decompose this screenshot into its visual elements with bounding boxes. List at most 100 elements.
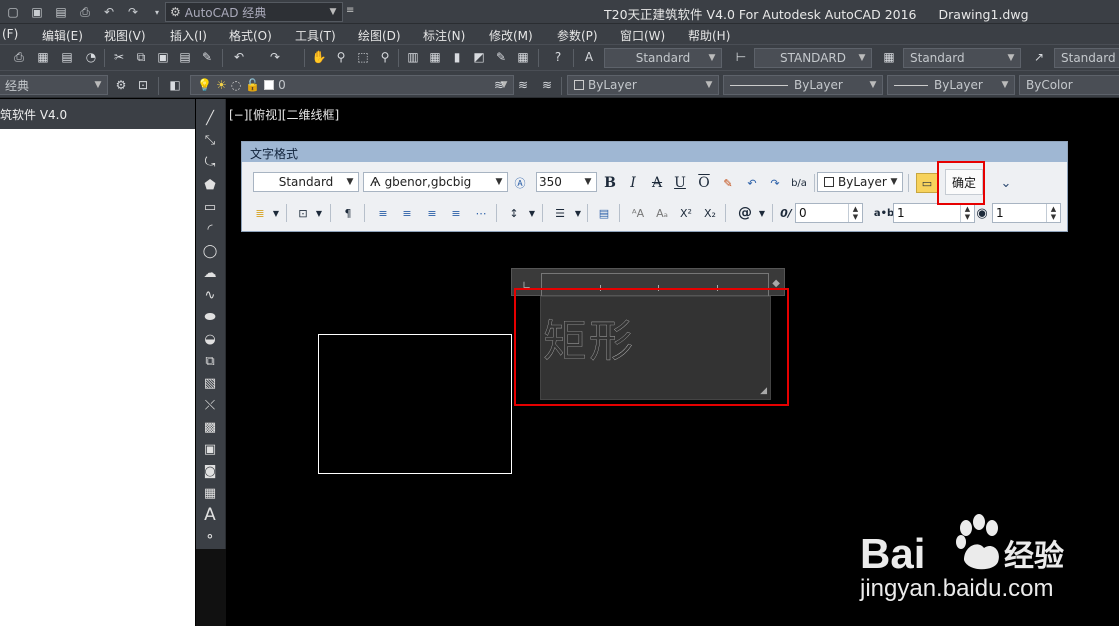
quickcalc-icon[interactable]: ▦: [514, 48, 532, 66]
polygon-icon[interactable]: ⬟: [201, 176, 219, 194]
save-as-icon[interactable]: ▤: [52, 4, 70, 20]
menu-parametric[interactable]: 参数(P): [557, 27, 598, 44]
dim-style-combo[interactable]: STANDARD ▼: [754, 48, 872, 68]
save-icon[interactable]: ▣: [28, 4, 46, 20]
customize-dropdown-icon[interactable]: ▾: [148, 4, 166, 20]
table-style-icon[interactable]: ▦: [880, 48, 898, 66]
workspace-settings-icon[interactable]: ⚙: [112, 76, 130, 94]
toolbar-lock-icon[interactable]: ⊡: [134, 76, 152, 94]
align-center-icon[interactable]: ≡: [397, 203, 417, 223]
revision-cloud-icon[interactable]: ☁: [201, 264, 219, 282]
undo-icon[interactable]: ↶: [230, 48, 248, 66]
arc-icon[interactable]: ◜: [201, 220, 219, 238]
uppercase-icon[interactable]: ᴬA: [628, 203, 648, 223]
redo-icon[interactable]: ↷: [765, 173, 785, 193]
spinner-arrows[interactable]: ▲ ▼: [1046, 204, 1060, 222]
paste-icon[interactable]: ▣: [154, 48, 172, 66]
width-factor-input[interactable]: 1 ▲ ▼: [992, 203, 1061, 223]
justify-icon[interactable]: ≡: [446, 203, 466, 223]
menu-window[interactable]: 窗口(W): [620, 27, 665, 44]
table-icon[interactable]: ▦: [201, 484, 219, 502]
insert-block-icon[interactable]: ⧉: [201, 352, 219, 370]
eraser-icon[interactable]: ✎: [718, 173, 738, 193]
spline-icon[interactable]: ∿: [201, 286, 219, 304]
multileader-style-combo[interactable]: Standard: [1054, 48, 1119, 68]
make-block-icon[interactable]: ▧: [201, 374, 219, 392]
menu-draw[interactable]: 绘图(D): [358, 27, 401, 44]
menu-tools[interactable]: 工具(T): [295, 27, 336, 44]
align-right-icon[interactable]: ≡: [422, 203, 442, 223]
menu-view[interactable]: 视图(V): [104, 27, 146, 44]
undo-icon[interactable]: ↶: [100, 4, 118, 20]
subscript-icon[interactable]: X₂: [700, 203, 720, 223]
workspace-switch-combo[interactable]: 经典 ▼: [0, 75, 108, 95]
redo-icon[interactable]: ↷: [124, 4, 142, 20]
paste-special-icon[interactable]: ▤: [176, 48, 194, 66]
sheet-set-icon[interactable]: ◩: [470, 48, 488, 66]
layer-previous-icon[interactable]: ≋: [514, 76, 532, 94]
layer-combo[interactable]: 💡 ☀ ◌ 🔓 0 ▼: [190, 75, 514, 95]
text-style-select[interactable]: Standard ▼: [253, 172, 359, 192]
zoom-window-icon[interactable]: ⬚: [354, 48, 372, 66]
distribute-icon[interactable]: ⋯: [471, 203, 491, 223]
font-select[interactable]: Ѧ gbenor,gbcbig ▼: [363, 172, 508, 192]
pan-icon[interactable]: ✋: [310, 48, 328, 66]
stack-button[interactable]: b/a: [789, 173, 809, 193]
paragraph-icon[interactable]: ¶: [338, 203, 358, 223]
chevron-down-icon[interactable]: ▼: [568, 203, 588, 223]
hatch-icon[interactable]: ▩: [201, 418, 219, 436]
align-left-icon[interactable]: ≡: [373, 203, 393, 223]
workspace-menu-icon[interactable]: ≡: [346, 5, 354, 16]
help-icon[interactable]: ?: [549, 48, 567, 66]
tracking-input[interactable]: 1 ▲ ▼: [893, 203, 975, 223]
menu-file[interactable]: (F): [2, 27, 18, 41]
undo-icon[interactable]: ↶: [742, 173, 762, 193]
spinner-arrows[interactable]: ▲ ▼: [848, 204, 862, 222]
layer-states-icon[interactable]: ≋: [538, 76, 556, 94]
options-chevron-icon[interactable]: ⌄: [996, 173, 1016, 193]
rectangle-icon[interactable]: ▭: [201, 198, 219, 216]
polyline-icon[interactable]: ⤿: [201, 153, 219, 171]
multiline-text-icon[interactable]: A: [201, 505, 219, 525]
redo-icon[interactable]: ↷: [266, 48, 284, 66]
publish-icon[interactable]: ▤: [58, 48, 76, 66]
construction-line-icon[interactable]: ⤡: [201, 131, 219, 149]
menu-edit[interactable]: 编辑(E): [42, 27, 83, 44]
properties-icon[interactable]: ▥: [404, 48, 422, 66]
dim-style-icon[interactable]: ⊢: [732, 48, 750, 66]
bold-button[interactable]: B: [600, 173, 620, 193]
tool-palettes-icon[interactable]: ▮: [448, 48, 466, 66]
menu-modify[interactable]: 修改(M): [489, 27, 533, 44]
strikethrough-button[interactable]: A: [647, 173, 667, 193]
markup-icon[interactable]: ✎: [492, 48, 510, 66]
design-center-icon[interactable]: ▦: [426, 48, 444, 66]
plot-preview-icon[interactable]: ▦: [34, 48, 52, 66]
zoom-previous-icon[interactable]: ⚲: [376, 48, 394, 66]
point-icon[interactable]: ⤬: [201, 396, 219, 414]
plotstyle-combo[interactable]: ByColor: [1019, 75, 1119, 95]
drawn-rectangle[interactable]: [318, 334, 512, 474]
menu-dimension[interactable]: 标注(N): [423, 27, 465, 44]
add-selected-icon[interactable]: ⚬: [201, 528, 219, 546]
print-icon[interactable]: ⎙: [76, 4, 94, 20]
chevron-down-icon[interactable]: ▼: [309, 203, 329, 223]
ellipse-icon[interactable]: ⬬: [201, 308, 219, 326]
cut-icon[interactable]: ✂: [110, 48, 128, 66]
region-icon[interactable]: ◙: [201, 462, 219, 480]
menu-insert[interactable]: 插入(I): [170, 27, 207, 44]
layer-manager-icon[interactable]: ◧: [166, 76, 184, 94]
color-combo[interactable]: ByLayer ▼: [567, 75, 719, 95]
chevron-down-icon[interactable]: ▼: [266, 203, 286, 223]
lineweight-combo[interactable]: ByLayer ▼: [887, 75, 1015, 95]
numbering-icon[interactable]: ☰: [550, 203, 570, 223]
italic-button[interactable]: I: [623, 173, 643, 193]
insert-field-icon[interactable]: ▤: [594, 203, 614, 223]
table-style-combo[interactable]: Standard ▼: [903, 48, 1021, 68]
chevron-down-icon[interactable]: ▼: [522, 203, 542, 223]
line-icon[interactable]: ╱: [201, 109, 219, 127]
overline-button[interactable]: O: [694, 173, 714, 193]
menu-help[interactable]: 帮助(H): [688, 27, 730, 44]
ellipse-arc-icon[interactable]: ◒: [201, 330, 219, 348]
menu-format[interactable]: 格式(O): [229, 27, 272, 44]
chevron-down-icon[interactable]: ▼: [752, 203, 772, 223]
